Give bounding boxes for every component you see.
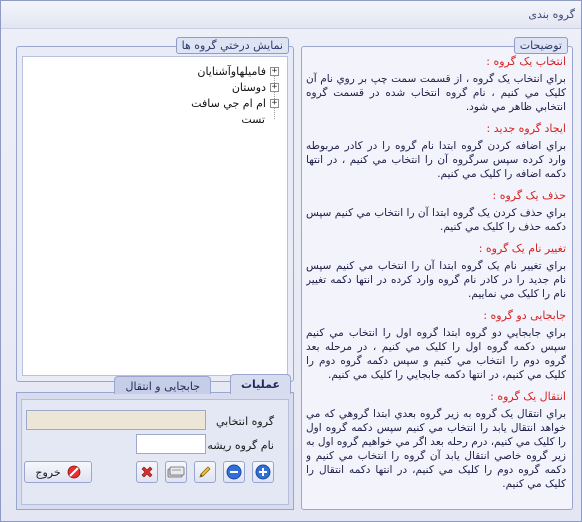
- expand-icon[interactable]: +: [270, 66, 279, 76]
- desc-text: براي انتقال يک گروه به زير گروه بعدي ابت…: [306, 408, 566, 490]
- remove-icon: [226, 464, 242, 480]
- add-icon: [255, 464, 271, 480]
- expand-icon[interactable]: +: [270, 82, 279, 92]
- tab-operations[interactable]: عملیات: [229, 374, 291, 394]
- desc-move-group: انتقال یک گروه : براي انتقال يک گروه به …: [306, 390, 566, 491]
- desc-heading: ایجاد گروه جدید :: [486, 122, 566, 135]
- tree-legend: نمايش درختي گروه ها: [175, 37, 289, 54]
- edit-icon: [199, 466, 211, 478]
- desc-heading: جابجایی دو گروه :: [483, 309, 566, 322]
- desc-heading: حذف یک گروه :: [492, 189, 566, 202]
- selected-group-label: گروه انتخابي: [216, 415, 274, 428]
- desc-delete-group: حذف یک گروه : براي حذف کردن يک گروه ابتد…: [306, 189, 566, 234]
- tree-node[interactable]: تست: [241, 111, 265, 127]
- group-management-window: گروه بندی توضیحات انتخاب یک گروه : براي …: [0, 0, 582, 522]
- desc-text: براي حذف کردن يک گروه ابتدا آن را انتخاب…: [306, 207, 566, 233]
- exit-button[interactable]: خروج: [24, 461, 92, 483]
- tab-move-transfer[interactable]: جابجایی و انتقال: [114, 376, 211, 394]
- desc-text: براي انتخاب يک گروه ، از قسمت سمت چپ بر …: [306, 73, 566, 113]
- tree-panel: نمايش درختي گروه ها + فامیلهاوآشنایان + …: [16, 37, 294, 382]
- desc-rename-group: تغییر نام یک گروه : براي تغيير نام يک گر…: [306, 242, 566, 301]
- move-button[interactable]: [165, 461, 187, 483]
- add-button[interactable]: [252, 461, 274, 483]
- rename-button[interactable]: [194, 461, 216, 483]
- operations-tab-content: گروه انتخابي نام گروه ريشه خروج: [21, 399, 289, 505]
- descriptions-legend: توضیحات: [513, 37, 568, 54]
- delete-icon: [141, 466, 153, 478]
- desc-heading: انتخاب یک گروه :: [486, 55, 566, 68]
- operations-panel: عملیات جابجایی و انتقال گروه انتخابي نام…: [16, 374, 294, 510]
- tree-node-label[interactable]: تست: [241, 113, 265, 126]
- window-title: گروه بندی: [528, 8, 575, 21]
- exit-button-label: خروج: [35, 465, 61, 479]
- delete-button[interactable]: [136, 461, 158, 483]
- desc-text: براي جابجايي دو گروه ابتدا گروه اول را ا…: [306, 327, 566, 381]
- tree-node-label[interactable]: فامیلهاوآشنایان: [197, 65, 266, 78]
- desc-select-group: انتخاب یک گروه : براي انتخاب يک گروه ، ا…: [306, 55, 566, 114]
- descriptions-content: انتخاب یک گروه : براي انتخاب يک گروه ، ا…: [306, 55, 566, 503]
- desc-text: براي اضافه کردن گروه ابتدا نام گروه را د…: [306, 140, 566, 180]
- desc-heading: انتقال یک گروه :: [490, 390, 566, 403]
- root-group-input[interactable]: [136, 434, 206, 454]
- tree-node[interactable]: + دوستان: [232, 79, 279, 95]
- group-tree[interactable]: + فامیلهاوآشنایان + دوستان + ام ام جي سا…: [22, 56, 288, 376]
- desc-swap-groups: جابجایی دو گروه : براي جابجايي دو گروه ا…: [306, 309, 566, 382]
- descriptions-panel: توضیحات انتخاب یک گروه : براي انتخاب يک …: [301, 37, 573, 510]
- exit-icon: [67, 465, 81, 479]
- tree-node[interactable]: + فامیلهاوآشنایان: [197, 63, 279, 79]
- remove-button[interactable]: [223, 461, 245, 483]
- desc-text: براي تغيير نام يک گروه ابتدا آن را انتخا…: [306, 260, 566, 300]
- desc-create-group: ایجاد گروه جدید : براي اضافه کردن گروه ا…: [306, 122, 566, 181]
- tree-node-label[interactable]: ام ام جي سافت: [191, 97, 266, 110]
- tree-node[interactable]: + ام ام جي سافت: [191, 95, 279, 111]
- move-icon: [167, 466, 185, 478]
- selected-group-field: [26, 410, 206, 430]
- expand-icon[interactable]: +: [270, 98, 279, 108]
- title-bar: گروه بندی: [1, 1, 581, 29]
- root-group-label: نام گروه ريشه: [207, 439, 274, 452]
- tree-node-label[interactable]: دوستان: [232, 81, 266, 94]
- desc-heading: تغییر نام یک گروه :: [478, 242, 566, 255]
